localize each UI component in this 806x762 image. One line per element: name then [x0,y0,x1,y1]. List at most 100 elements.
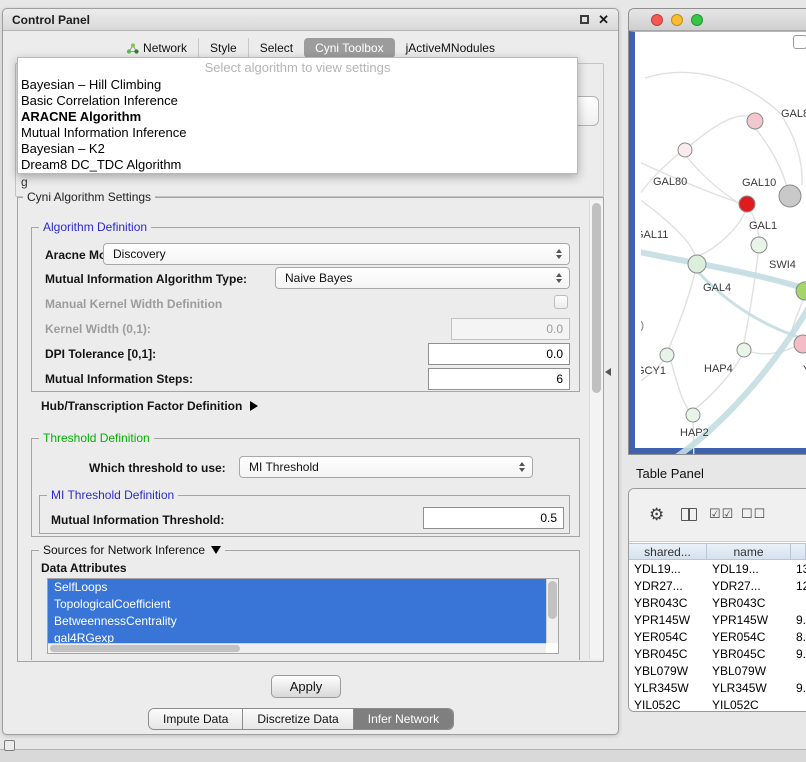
control-panel-titlebar: Control Panel ✕ [3,9,618,31]
table-row[interactable]: YBR043CYBR043C [629,594,806,611]
table-cell: 8. [791,628,806,645]
table-cell: YBL079W [629,662,707,679]
mi-type-label: Mutual Information Algorithm Type: [45,272,247,286]
network-node[interactable] [641,319,643,333]
panel-splitter-arrow-icon[interactable] [605,368,611,376]
table-row[interactable]: YBR045CYBR045C9. [629,645,806,662]
tab-discretize-data[interactable]: Discretize Data [242,709,352,729]
kernel-width-field[interactable]: 0.0 [451,318,570,340]
network-node[interactable] [660,348,674,362]
table-row[interactable]: YDL19...YDL19...13 [629,560,806,577]
table-row[interactable]: YDR27...YDR27...12 [629,577,806,594]
list-item-selfloops[interactable]: SelfLoops [48,579,546,596]
column-header-name[interactable]: name [707,543,791,560]
list-vertical-scrollbar[interactable] [546,579,558,643]
hub-factor-section-toggle[interactable]: Hub/Transcription Factor Definition [41,399,258,413]
columns-icon[interactable] [681,508,697,521]
table-row[interactable]: YBL079WYBL079W [629,662,806,679]
combo-arrows-icon [556,273,562,283]
data-attributes-items: SelfLoopsTopologicalCoefficientBetweenne… [48,579,546,643]
table-cell [791,696,806,711]
algorithm-option-aracne-algorithm[interactable]: ARACNE Algorithm [18,109,577,125]
column-header-cut[interactable] [791,543,806,560]
table-row[interactable]: YLR345WYLR345W9. [629,679,806,696]
table-cell: YBL079W [707,662,791,679]
table-cell: YBR043C [707,594,791,611]
tab-cyni-toolbox[interactable]: Cyni Toolbox [304,38,394,58]
tab-label: Select [260,41,293,55]
apply-button[interactable]: Apply [271,675,341,698]
kernel-width-label: Kernel Width (0,1): [45,322,151,336]
tab-label: Network [143,41,187,55]
table-cell [791,662,806,679]
algorithm-option-bayesian-k2[interactable]: Bayesian – K2 [18,141,577,157]
node-label-gal10: GAL10 [742,177,776,189]
select-all-icon[interactable]: ☑☑ [709,506,734,522]
settings-vertical-scrollbar[interactable] [589,200,603,659]
mi-threshold-field[interactable]: 0.5 [423,507,564,529]
sources-section-toggle[interactable]: Sources for Network Inference [39,543,225,557]
tab-network[interactable]: Network [115,38,198,58]
network-node[interactable] [686,408,700,422]
table-toolbar: ⚙ ☑☑ ☐☐ [629,489,806,542]
list-item-gal4rgexp[interactable]: gal4RGexp [48,630,546,643]
scrollbar-thumb[interactable] [548,581,557,619]
zoom-traffic-icon[interactable] [691,14,703,26]
table-header-row: shared...name [629,543,806,560]
tab-infer-network[interactable]: Infer Network [353,709,453,729]
network-view-window: GAL8GAL80GAL10GAL11GAL1SWI4GAL4GCY1HAP4H… [628,8,806,455]
list-item-betweennesscentrality[interactable]: BetweennessCentrality [48,613,546,630]
tab-style[interactable]: Style [198,38,248,58]
scrollbar-thumb[interactable] [50,645,240,652]
algorithm-option-mutual-information-inference[interactable]: Mutual Information Inference [18,125,577,141]
table-cell: YPR145W [629,611,707,628]
aracne-mode-value: Discovery [113,247,166,261]
tab-select[interactable]: Select [248,38,304,58]
network-canvas[interactable]: GAL8GAL80GAL10GAL11GAL1SWI4GAL4GCY1HAP4H… [641,55,806,455]
minimized-panel-icon[interactable] [4,740,15,751]
table-cell: YBR045C [629,645,707,662]
aracne-mode-select[interactable]: Discovery [103,243,570,265]
network-node[interactable] [737,343,751,357]
network-node[interactable] [678,143,692,157]
column-header-shared[interactable]: shared... [629,543,707,560]
tab-impute-data[interactable]: Impute Data [149,709,242,729]
gear-icon[interactable]: ⚙ [649,505,664,525]
manual-kernel-checkbox[interactable] [554,295,568,309]
network-node[interactable] [688,255,706,273]
table-row[interactable]: YIL052CYIL052C [629,696,806,711]
mi-steps-label: Mutual Information Steps: [45,372,193,386]
algorithm-option-basic-correlation-inference[interactable]: Basic Correlation Inference [18,93,577,109]
float-window-icon[interactable] [580,15,589,24]
mi-type-select[interactable]: Naive Bayes [275,267,570,289]
network-node[interactable] [779,185,801,207]
scrollbar-thumb[interactable] [592,203,601,393]
mi-steps-field[interactable]: 6 [428,368,570,390]
algorithm-option-dream8-dc-tdc-algorithm[interactable]: Dream8 DC_TDC Algorithm [18,157,577,173]
close-traffic-icon[interactable] [651,14,663,26]
hub-factor-label: Hub/Transcription Factor Definition [41,399,242,413]
table-cell: 12 [791,577,806,594]
network-edge [641,196,695,256]
list-horizontal-scrollbar[interactable] [48,643,546,653]
tab-label: jActiveMNodules [406,41,495,55]
node-label-hap4: HAP4 [704,363,733,375]
data-attributes-list[interactable]: SelfLoopsTopologicalCoefficientBetweenne… [47,578,559,654]
which-threshold-select[interactable]: MI Threshold [239,456,533,478]
close-icon[interactable]: ✕ [598,13,609,26]
tab-jactivemnodules[interactable]: jActiveMNodules [395,38,506,58]
deselect-all-icon[interactable]: ☐☐ [741,506,766,522]
dpi-tolerance-field[interactable]: 0.0 [428,343,570,365]
minimize-traffic-icon[interactable] [671,14,683,26]
list-item-topologicalcoefficient[interactable]: TopologicalCoefficient [48,596,546,613]
network-overview-box[interactable] [793,35,806,49]
table-row[interactable]: YPR145WYPR145W9. [629,611,806,628]
table-row[interactable]: YER054CYER054C8. [629,628,806,645]
algorithm-option-bayesian-hill-climbing[interactable]: Bayesian – Hill Climbing [18,77,577,93]
network-titlebar[interactable] [629,9,806,31]
combo-arrows-icon [519,462,525,472]
network-node[interactable] [747,113,763,129]
table-cell: 9. [791,611,806,628]
network-node[interactable] [751,237,767,253]
network-node[interactable] [739,196,755,212]
